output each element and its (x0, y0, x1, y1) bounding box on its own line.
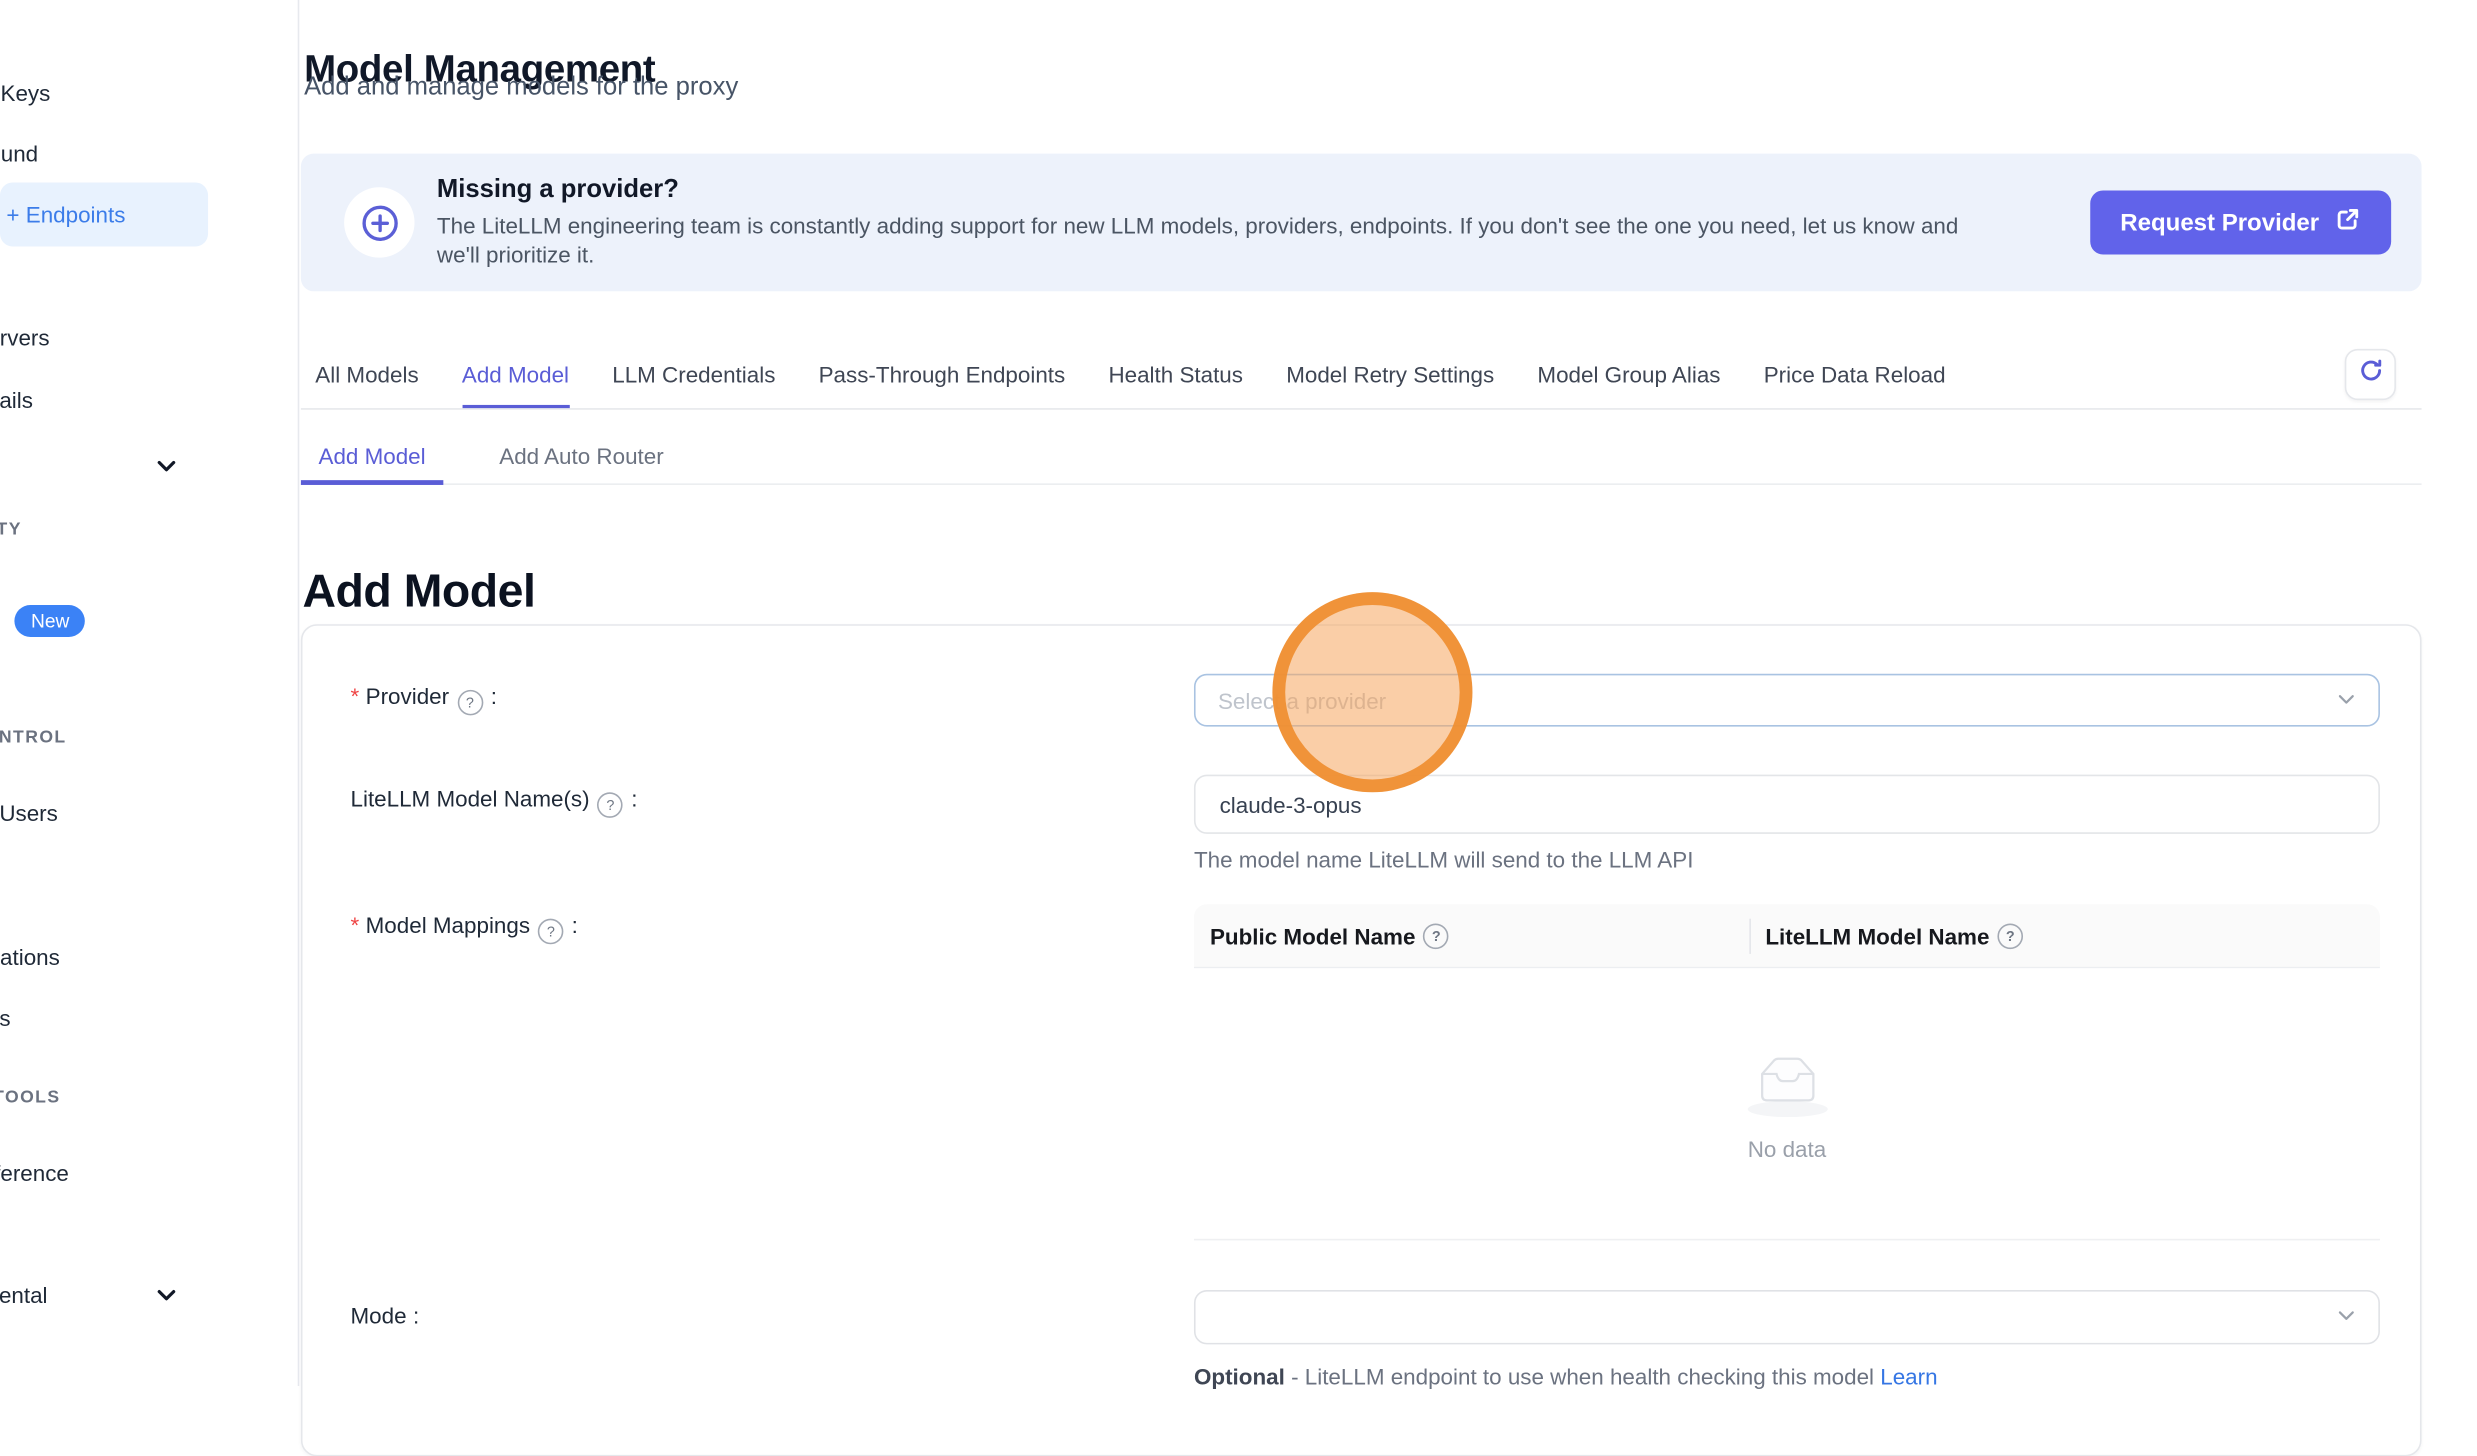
tab-model-retry-settings[interactable]: Model Retry Settings (1286, 362, 1494, 408)
add-model-heading: Add Model (302, 567, 535, 620)
model-mappings-table-header: Public Model Name? LiteLLM Model Name? (1194, 904, 2380, 968)
request-provider-label: Request Provider (2120, 209, 2319, 236)
sidebar-item-mcp-servers[interactable]: MCP Servers (0, 306, 298, 370)
sidebar-item-api-reference[interactable]: API Reference (0, 1141, 298, 1205)
tab-model-group-alias[interactable]: Model Group Alias (1537, 362, 1720, 408)
sidebar-item-virtual-keys[interactable]: Virtual Keys (0, 61, 298, 125)
question-circle-icon: ? (457, 690, 483, 716)
tab-all-models[interactable]: All Models (315, 362, 418, 408)
question-circle-icon: ? (1423, 923, 1449, 949)
sidebar-item-label: Settings (0, 1005, 11, 1031)
banner-title: Missing a provider? (437, 176, 1958, 205)
refresh-button[interactable] (2345, 349, 2396, 400)
external-link-icon (2335, 206, 2361, 238)
learn-link[interactable]: Learn (1880, 1364, 1937, 1390)
required-asterisk: * (351, 683, 360, 709)
sidebar-item-label: Models + Endpoints (0, 202, 125, 228)
tab-bar: All Models Add Model LLM Credentials Pas… (301, 355, 2422, 409)
banner-body: The LiteLLM engineering team is constant… (437, 211, 1958, 269)
new-badge: New (15, 605, 85, 637)
banner-body-line2: we'll prioritize it. (437, 242, 594, 268)
chevron-down-icon (2337, 1304, 2356, 1330)
mode-label: Mode: (351, 1303, 420, 1329)
subtab-add-model[interactable]: Add Model (301, 431, 443, 485)
subtab-add-auto-router[interactable]: Add Auto Router (482, 431, 682, 484)
banner-text: Missing a provider? The LiteLLM engineer… (437, 176, 1958, 269)
sidebar-item-playground[interactable]: Playground (0, 122, 298, 186)
sidebar-item-models-endpoints[interactable]: Models + Endpoints (0, 182, 208, 246)
column-header-public-model-name: Public Model Name? (1194, 923, 1749, 949)
mode-helper-text: - LiteLLM endpoint to use when health ch… (1285, 1364, 1880, 1390)
sub-tab-bar: Add Model Add Auto Router (301, 431, 2422, 485)
sidebar: Virtual Keys Playground Models + Endpoin… (0, 0, 299, 1386)
mode-helper-prefix: Optional (1194, 1364, 1285, 1390)
sidebar-item-label: MCP Servers (0, 325, 50, 351)
sidebar-section-access-control: Access Control (0, 728, 67, 754)
required-asterisk: * (351, 912, 360, 938)
sidebar-item-internal-users[interactable]: Internal Users (0, 781, 298, 845)
chevron-down-icon (155, 1284, 177, 1306)
sidebar-item-guardrails[interactable]: Guardrails (0, 368, 298, 432)
tab-llm-credentials[interactable]: LLM Credentials (612, 362, 775, 408)
mode-select[interactable] (1194, 1290, 2380, 1344)
provider-select-placeholder: Select a provider (1218, 687, 1386, 713)
tab-health-status[interactable]: Health Status (1108, 362, 1243, 408)
request-provider-button[interactable]: Request Provider (2090, 190, 2391, 254)
sidebar-item-usage[interactable]: Usage (0, 434, 298, 498)
sidebar-item-settings[interactable]: Settings (0, 986, 298, 1050)
sidebar-item-label: API Reference (0, 1160, 69, 1186)
model-mappings-label: *Model Mappings?: (351, 912, 578, 944)
missing-provider-banner: Missing a provider? The LiteLLM engineer… (301, 154, 2422, 292)
add-model-form-card: *Provider?: Select a provider LiteLLM Mo… (301, 624, 2422, 1456)
model-mappings-empty-state: No data (1194, 968, 2380, 1240)
refresh-icon (2358, 359, 2382, 391)
page-subtitle: Add and manage models for the proxy (304, 74, 738, 103)
no-data-text: No data (1748, 1136, 1826, 1162)
sidebar-section-observability: Observability (0, 520, 22, 546)
sidebar-section-developer-tools: Developer Tools (0, 1088, 60, 1114)
banner-body-line1: The LiteLLM engineering team is constant… (437, 213, 1958, 239)
question-circle-icon: ? (598, 792, 624, 818)
sidebar-item-logs[interactable]: Logs New (0, 589, 298, 653)
plus-circle-icon (344, 187, 414, 257)
question-circle-icon: ? (538, 919, 564, 945)
tab-price-data-reload[interactable]: Price Data Reload (1764, 362, 1946, 408)
sidebar-item-teams[interactable]: Teams (0, 853, 298, 917)
sidebar-item-label: Playground (0, 141, 38, 167)
provider-select[interactable]: Select a provider (1194, 674, 2380, 727)
litellm-admin-app: Virtual Keys Playground Models + Endpoin… (0, 0, 2477, 1386)
sidebar-item-experimental[interactable]: Experimental (0, 1263, 298, 1327)
column-header-litellm-model-name: LiteLLM Model Name? (1751, 923, 2028, 949)
model-mappings-table: Public Model Name? LiteLLM Model Name? (1194, 904, 2380, 1240)
sidebar-item-label: Organizations (0, 944, 60, 970)
sidebar-item-label: Guardrails (0, 387, 33, 413)
chevron-down-icon (2337, 687, 2356, 713)
provider-label: *Provider?: (351, 683, 497, 715)
sidebar-item-label: Experimental (0, 1282, 48, 1308)
litellm-model-name-input[interactable]: claude-3-opus (1194, 775, 2380, 834)
main-content: Model Management Add and manage models f… (298, 0, 2477, 1386)
litellm-model-name-helper: The model name LiteLLM will send to the … (1194, 847, 1693, 873)
tab-add-model[interactable]: Add Model (462, 362, 569, 408)
inbox-icon (1745, 1046, 1828, 1124)
sidebar-item-label: Virtual Keys (0, 80, 50, 106)
tab-pass-through-endpoints[interactable]: Pass-Through Endpoints (819, 362, 1066, 408)
chevron-down-icon (155, 455, 177, 477)
sidebar-item-label: Internal Users (0, 800, 58, 826)
litellm-model-name-label: LiteLLM Model Name(s)?: (351, 786, 638, 818)
litellm-model-name-value: claude-3-opus (1220, 791, 1362, 817)
sidebar-item-organizations[interactable]: Organizations (0, 925, 298, 989)
mode-helper: Optional - LiteLLM endpoint to use when … (1194, 1364, 1938, 1390)
question-circle-icon: ? (1997, 923, 2023, 949)
